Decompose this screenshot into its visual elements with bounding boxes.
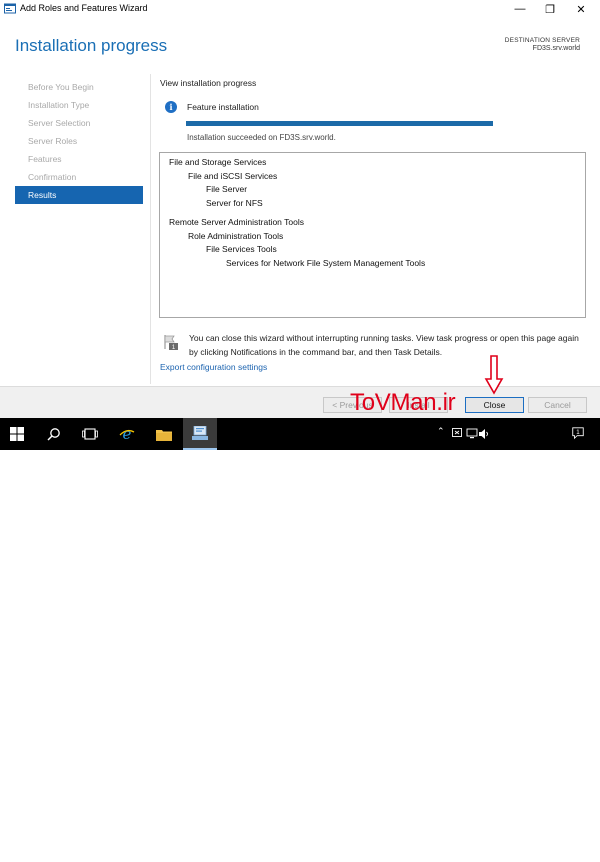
- search-icon: [47, 428, 60, 441]
- result-item: File and iSCSI Services: [188, 170, 278, 181]
- input-language-indicator[interactable]: ENG JA: [489, 840, 506, 862]
- wizard-nav: Before You Begin Installation Type Server …: [15, 78, 143, 204]
- wizard-window: Add Roles and Features Wizard — ❐ ✕ Inst…: [0, 0, 600, 418]
- taskbar: e ⌃ ENG JA 10:35 PM 2/9/2017 1: [0, 418, 600, 861]
- export-configuration-link[interactable]: Export configuration settings: [160, 362, 267, 372]
- close-window-button[interactable]: ✕: [566, 0, 596, 18]
- nav-item-confirmation[interactable]: Confirmation: [15, 168, 143, 186]
- close-wizard-note: You can close this wizard without interr…: [189, 333, 579, 357]
- nav-item-before-you-begin[interactable]: Before You Begin: [15, 78, 143, 96]
- nav-item-server-roles[interactable]: Server Roles: [15, 132, 143, 150]
- server-manager-taskbar-icon: [192, 426, 208, 440]
- nav-item-installation-type[interactable]: Installation Type: [15, 96, 143, 114]
- progress-bar-fill: [186, 121, 493, 126]
- speaker-icon[interactable]: [478, 427, 490, 441]
- result-item: Server for NFS: [206, 197, 263, 208]
- page-title: Installation progress: [15, 36, 168, 55]
- down-arrow-icon: [484, 355, 504, 395]
- results-list[interactable]: File and Storage Services File and iSCSI …: [159, 152, 586, 318]
- title-bar[interactable]: Add Roles and Features Wizard — ❐ ✕: [0, 0, 600, 18]
- watermark-text: ToVMan.ir: [350, 389, 456, 416]
- task-view-button[interactable]: [73, 418, 107, 450]
- result-item: Services for Network File System Managem…: [226, 257, 426, 268]
- file-explorer-button[interactable]: [147, 418, 181, 450]
- chevron-up-icon[interactable]: ⌃: [437, 426, 445, 440]
- minimize-button[interactable]: —: [505, 0, 535, 18]
- notification-count: 1: [576, 429, 580, 436]
- internet-explorer-button[interactable]: e: [110, 418, 144, 450]
- notification-flag-icon: 1: [164, 335, 178, 351]
- feature-installation-label: Feature installation: [187, 102, 259, 112]
- action-center-flag-icon[interactable]: [452, 427, 464, 441]
- notifications-icon[interactable]: 1: [570, 426, 586, 440]
- content-divider: [150, 74, 151, 384]
- language-code: ENG: [489, 841, 507, 850]
- view-progress-label: View installation progress: [160, 78, 257, 88]
- svg-text:e: e: [123, 426, 132, 442]
- info-icon: i: [165, 101, 177, 113]
- nav-item-server-selection[interactable]: Server Selection: [15, 114, 143, 132]
- cancel-button[interactable]: Cancel: [528, 397, 587, 413]
- internet-explorer-icon: e: [119, 426, 135, 442]
- nav-item-features[interactable]: Features: [15, 150, 143, 168]
- installation-status: Installation succeeded on FD3S.srv.world…: [187, 133, 336, 142]
- windows-logo-icon: [10, 427, 24, 441]
- result-item: Role Administration Tools: [188, 230, 284, 241]
- server-manager-icon: [4, 3, 16, 14]
- clock[interactable]: 10:35 PM 2/9/2017: [512, 840, 562, 862]
- clock-time: 10:35 PM: [519, 841, 555, 850]
- server-manager-taskbar-button[interactable]: [183, 418, 217, 450]
- clock-date: 2/9/2017: [521, 852, 553, 861]
- search-button[interactable]: [37, 418, 71, 450]
- network-icon[interactable]: [466, 427, 478, 441]
- folder-icon: [156, 429, 172, 441]
- maximize-button[interactable]: ❐: [535, 0, 565, 18]
- input-mode: JA: [493, 852, 503, 861]
- start-button[interactable]: [0, 418, 34, 450]
- result-item: File Services Tools: [206, 244, 277, 254]
- result-item: File and Storage Services: [169, 157, 267, 167]
- progress-bar: [186, 121, 493, 126]
- result-item: Remote Server Administration Tools: [169, 217, 304, 227]
- nav-item-results[interactable]: Results: [15, 186, 143, 204]
- result-item: File Server: [206, 184, 248, 194]
- close-button[interactable]: Close: [465, 397, 524, 413]
- task-view-icon: [82, 428, 98, 440]
- destination-server-name: FD3S.srv.world: [532, 45, 580, 52]
- window-title: Add Roles and Features Wizard: [20, 3, 148, 13]
- destination-server-label: DESTINATION SERVER: [504, 37, 580, 44]
